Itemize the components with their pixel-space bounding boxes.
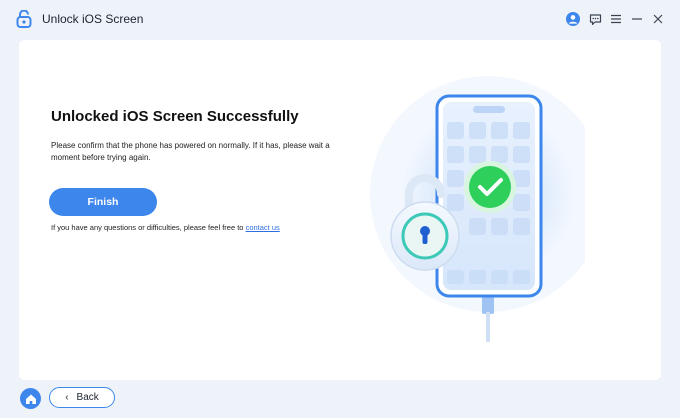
back-label: Back <box>76 392 99 403</box>
minimize-icon[interactable] <box>628 10 646 28</box>
check-circle-icon <box>469 166 511 208</box>
unlocked-phone-illustration <box>370 76 585 342</box>
help-text-label: If you have any questions or difficultie… <box>51 223 246 232</box>
home-icon <box>25 394 36 404</box>
user-icon[interactable] <box>564 10 582 28</box>
cable-plug <box>482 296 494 314</box>
app-title: Unlock iOS Screen <box>42 12 144 26</box>
status-description: Please confirm that the phone has powere… <box>51 141 330 162</box>
chevron-left-icon: ‹ <box>65 392 69 403</box>
cable <box>486 312 490 342</box>
keyhole-slot <box>422 232 428 244</box>
back-button[interactable]: ‹ Back <box>49 387 115 408</box>
close-icon[interactable] <box>649 10 667 28</box>
phone-notch <box>473 106 505 113</box>
menu-icon[interactable] <box>607 10 625 28</box>
app-logo-icon <box>16 10 32 28</box>
help-text: If you have any questions or difficultie… <box>51 223 280 232</box>
title-bar: Unlock iOS Screen <box>0 0 680 38</box>
page-title: Unlocked iOS Screen Successfully <box>51 108 299 125</box>
home-button[interactable] <box>20 388 41 409</box>
feedback-icon[interactable] <box>586 10 604 28</box>
finish-button[interactable]: Finish <box>49 188 157 216</box>
contact-us-link[interactable]: contact us <box>246 223 280 232</box>
